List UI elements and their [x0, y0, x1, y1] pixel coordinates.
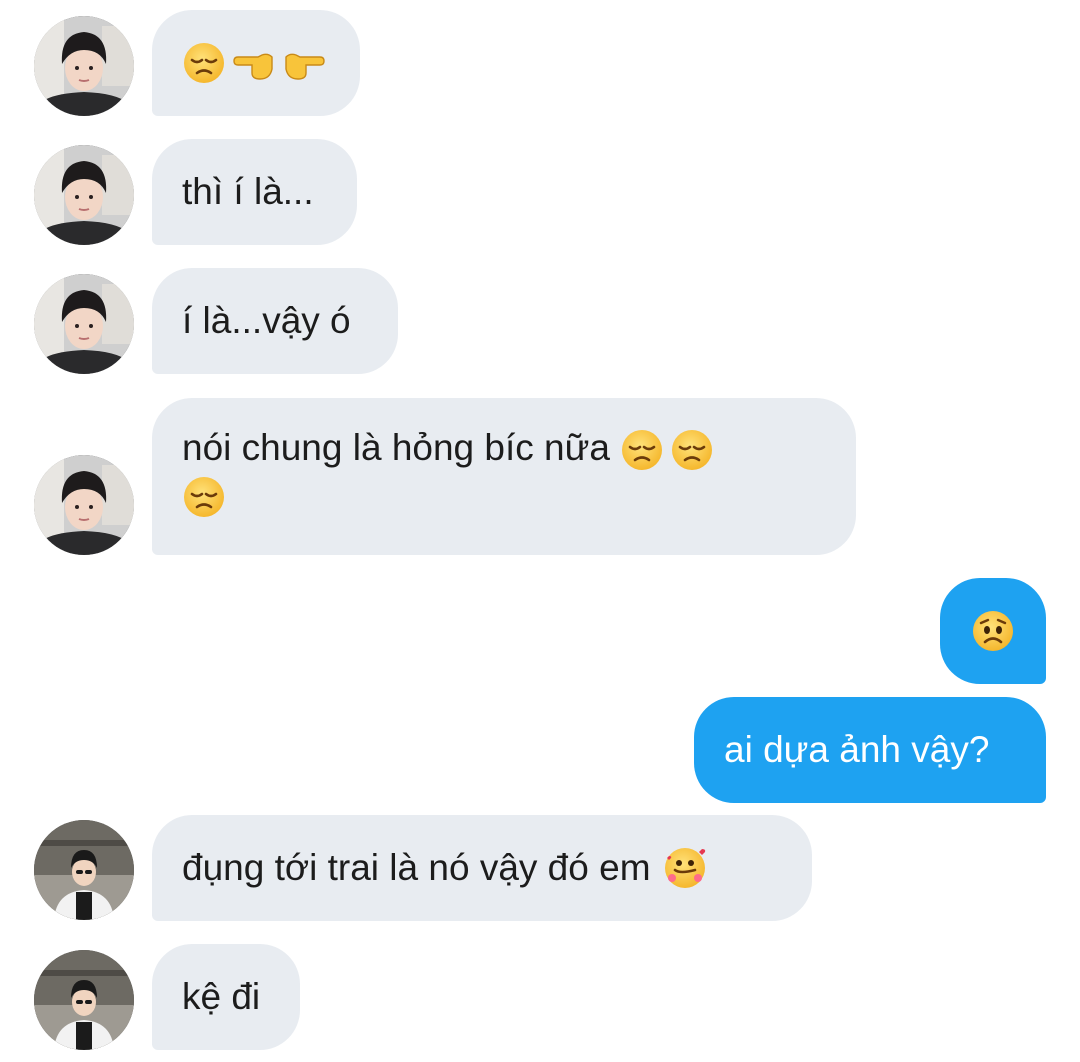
message-bubble-outgoing[interactable]: [940, 578, 1046, 684]
message-bubble[interactable]: í là...vậy ó: [152, 268, 398, 374]
hand-point-left-icon: [232, 41, 276, 85]
avatar[interactable]: [34, 274, 134, 374]
smiling-face-with-hearts-icon: [663, 846, 707, 890]
worried-face-icon: [971, 609, 1015, 653]
message-text: đụng tới trai là nó vậy đó em: [182, 847, 651, 888]
avatar[interactable]: [34, 16, 134, 116]
avatar[interactable]: [34, 820, 134, 920]
pensive-face-icon: [670, 428, 714, 472]
pensive-face-icon: [182, 475, 226, 519]
message-text: í là...vậy ó: [182, 300, 351, 341]
avatar[interactable]: [34, 145, 134, 245]
avatar[interactable]: [34, 950, 134, 1050]
message-bubble[interactable]: thì í là...: [152, 139, 357, 245]
message-text: thì í là...: [182, 171, 314, 212]
message-bubble[interactable]: đụng tới trai là nó vậy đó em: [152, 815, 812, 921]
message-bubble[interactable]: nói chung là hỏng bíc nữa: [152, 398, 856, 555]
pensive-face-icon: [620, 428, 664, 472]
message-bubble[interactable]: kệ đi: [152, 944, 300, 1050]
hand-point-right-icon: [282, 41, 326, 85]
message-text: ai dựa ảnh vậy?: [724, 729, 990, 770]
pensive-face-icon: [182, 41, 226, 85]
message-bubble-outgoing[interactable]: ai dựa ảnh vậy?: [694, 697, 1046, 803]
message-text: nói chung là hỏng bíc nữa: [182, 427, 610, 468]
message-text: kệ đi: [182, 976, 261, 1017]
message-bubble[interactable]: [152, 10, 360, 116]
avatar[interactable]: [34, 455, 134, 555]
